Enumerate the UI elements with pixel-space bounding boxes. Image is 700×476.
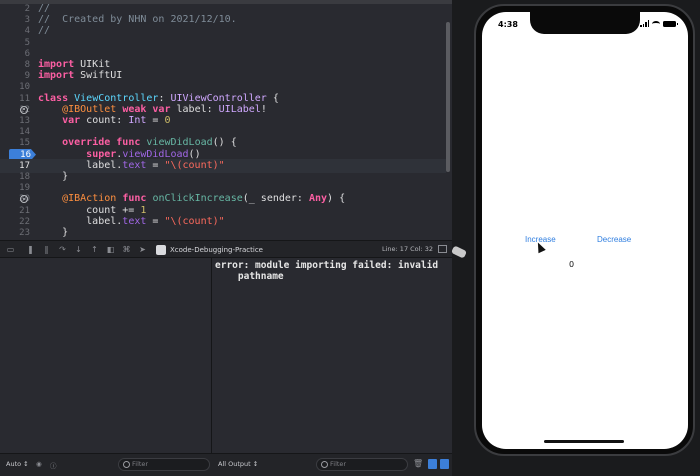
memory-graph-icon[interactable]: ⌘ [122, 245, 131, 254]
variables-view[interactable] [0, 258, 212, 453]
view-hierarchy-icon[interactable]: ◧ [106, 245, 115, 254]
console-output: error: module importing failed: invalid … [215, 260, 439, 282]
simulator-window: 4:38 Increase Decrease 0 [452, 0, 700, 476]
signal-icon [640, 20, 649, 27]
panel-layout-icon[interactable] [438, 245, 447, 253]
toggle-breakpoints-icon[interactable]: ❚ [26, 245, 35, 254]
console-output-selector[interactable]: All Output ↕ [218, 460, 258, 468]
step-out-icon[interactable]: ↑ [90, 245, 99, 254]
trash-icon[interactable]: 🗑 [413, 459, 423, 469]
filter-icon [321, 461, 328, 468]
status-time: 4:38 [498, 20, 518, 29]
hide-debug-area-icon[interactable]: ▭ [6, 245, 15, 254]
app-icon [156, 245, 166, 255]
code-line[interactable]: 23 } [0, 226, 446, 240]
source-editor[interactable]: 2//3// Created by NHN on 2021/12/10. 4//5… [0, 4, 452, 240]
editor-scrollbar[interactable] [446, 22, 450, 172]
decrease-button[interactable]: Decrease [597, 235, 631, 244]
step-into-icon[interactable]: ↓ [74, 245, 83, 254]
filter-icon [123, 461, 130, 468]
info-icon[interactable]: ⓘ [50, 460, 57, 470]
pause-icon[interactable]: ‖ [42, 245, 51, 254]
code-text: } [38, 227, 69, 238]
debug-bottom-bar: Auto ↕ ◉ ⓘ Filter All Output ↕ Filter 🗑 [0, 453, 452, 476]
line-column-indicator: Line: 17 Col: 32 [382, 245, 433, 253]
xcode-window: 2//3// Created by NHN on 2021/12/10. 4//5… [0, 0, 452, 476]
show-console-icon[interactable] [440, 459, 449, 469]
process-selector[interactable]: Xcode-Debugging-Practice [156, 243, 263, 257]
wifi-icon [652, 20, 660, 27]
line-number: 23 [19, 228, 30, 238]
scheme-label: Xcode-Debugging-Practice [170, 246, 263, 254]
show-variables-icon[interactable] [428, 459, 437, 469]
console-filter-input[interactable]: Filter [316, 458, 408, 471]
variables-scope-selector[interactable]: Auto ↕ [6, 460, 29, 468]
phone-screen: 4:38 Increase Decrease 0 [482, 12, 688, 449]
variables-filter-input[interactable]: Filter [118, 458, 210, 471]
eye-icon[interactable]: ◉ [36, 460, 42, 468]
status-icons [640, 20, 678, 27]
debug-bar: ▭ ❚ ‖ ↷ ↓ ↑ ◧ ⌘ ➤ Xcode-Debugging-Practi… [0, 240, 452, 258]
console-view[interactable]: error: module importing failed: invalid … [213, 258, 452, 453]
connection-dot-icon[interactable] [20, 105, 28, 114]
count-label: 0 [569, 260, 575, 269]
battery-icon [663, 20, 678, 27]
step-over-icon[interactable]: ↷ [58, 245, 67, 254]
notch [530, 12, 640, 34]
iphone-frame: 4:38 Increase Decrease 0 [474, 4, 695, 456]
home-indicator[interactable] [544, 440, 624, 443]
location-icon[interactable]: ➤ [138, 245, 147, 254]
